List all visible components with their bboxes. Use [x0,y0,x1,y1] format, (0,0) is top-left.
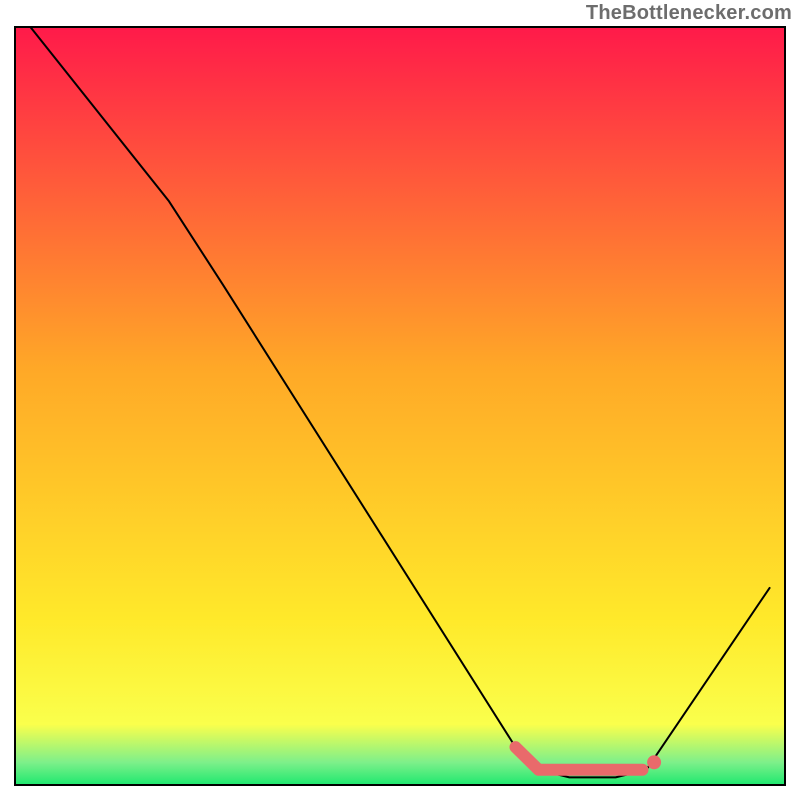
plot-background [15,27,785,785]
chart-stage: TheBottlenecker.com [0,0,800,800]
bottleneck-chart [0,0,800,800]
attribution-text: TheBottlenecker.com [586,2,792,25]
highlight-dot [647,755,661,769]
